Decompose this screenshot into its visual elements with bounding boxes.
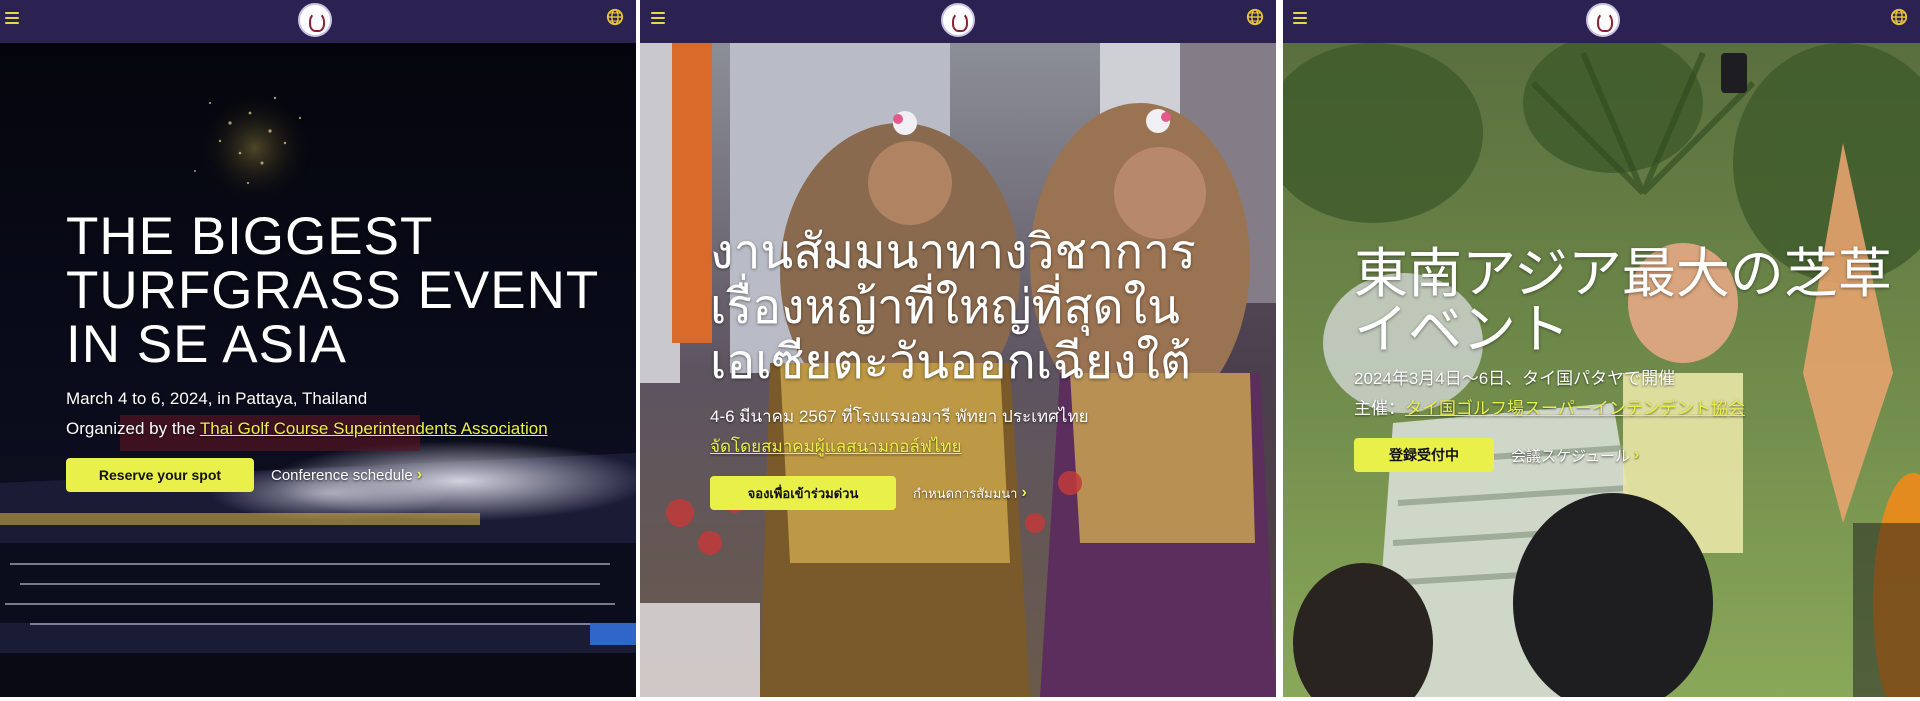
event-date-location: March 4 to 6, 2024, in Pattaya, Thailand (66, 389, 368, 408)
register-now-button[interactable]: 登録受付中 (1354, 438, 1494, 472)
conference-schedule-link[interactable]: กำหนดการสัมมนา › (913, 483, 1027, 504)
schedule-label: 会議スケジュール (1511, 447, 1630, 465)
hamburger-menu-icon[interactable] (651, 12, 665, 26)
top-nav-bar (1283, 0, 1920, 43)
globe-language-icon[interactable] (1246, 8, 1264, 26)
conference-schedule-link[interactable]: Conference schedule › (271, 466, 422, 484)
organizer-prefix: 主催： (1354, 399, 1405, 418)
reserve-spot-button[interactable]: จองเพื่อเข้าร่วมด่วน (710, 476, 896, 510)
schedule-label: กำหนดการสัมมนา (913, 485, 1018, 501)
hero-content: THE BIGGEST TURFGRASS EVENT IN SE ASIA M… (66, 210, 626, 492)
top-nav-bar (0, 0, 636, 43)
hero-panel-english: THE BIGGEST TURFGRASS EVENT IN SE ASIA M… (0, 0, 636, 697)
organizer-link[interactable]: Thai Golf Course Superintendents Associa… (200, 419, 548, 438)
reserve-spot-button[interactable]: Reserve your spot (66, 458, 254, 492)
chevron-right-icon: › (1633, 446, 1640, 463)
cta-row: 登録受付中 会議スケジュール › (1354, 438, 1914, 472)
cta-row: Reserve your spot Conference schedule › (66, 458, 626, 492)
association-logo[interactable] (1586, 3, 1620, 37)
hero-content: งานสัมมนาทางวิชาการเรื่องหญ้าที่ใหญ่ที่ส… (710, 225, 1270, 510)
hamburger-menu-icon[interactable] (1293, 12, 1307, 26)
chevron-right-icon: › (416, 466, 423, 483)
event-date-location: 4-6 มีนาคม 2567 ที่โรงแรมอมารี พัทยา ประ… (710, 407, 1089, 426)
hero-panel-japanese: 東南アジア最大の芝草イベント 2024年3月4日〜6日、タイ国パタヤで開催 主催… (1283, 0, 1920, 697)
association-logo[interactable] (941, 3, 975, 37)
hero-headline: 東南アジア最大の芝草イベント (1354, 244, 1892, 360)
hamburger-menu-icon[interactable] (5, 12, 19, 26)
organizer-link[interactable]: จัดโดยสมาคมผู้แลสนามกอล์ฟไทย (710, 437, 962, 456)
globe-language-icon[interactable] (606, 8, 624, 26)
hero-content: 東南アジア最大の芝草イベント 2024年3月4日〜6日、タイ国パタヤで開催 主催… (1354, 246, 1914, 472)
hero-headline: THE BIGGEST TURFGRASS EVENT IN SE ASIA (66, 207, 599, 374)
organizer-link[interactable]: タイ国ゴルフ場スーパーインテンデント協会 (1405, 399, 1745, 418)
association-logo[interactable] (298, 3, 332, 37)
event-date-location: 2024年3月4日〜6日、タイ国パタヤで開催 (1354, 369, 1676, 388)
chevron-right-icon: › (1021, 484, 1027, 501)
organizer-prefix: Organized by the (66, 419, 200, 438)
organizer-line: Organized by the Thai Golf Course Superi… (66, 414, 626, 444)
conference-schedule-link[interactable]: 会議スケジュール › (1511, 445, 1639, 466)
schedule-label: Conference schedule (271, 466, 413, 484)
globe-language-icon[interactable] (1890, 8, 1908, 26)
hero-panel-thai: งานสัมมนาทางวิชาการเรื่องหญ้าที่ใหญ่ที่ส… (640, 0, 1276, 697)
hero-headline: งานสัมมนาทางวิชาการเรื่องหญ้าที่ใหญ่ที่ส… (710, 226, 1196, 389)
top-nav-bar (640, 0, 1276, 43)
cta-row: จองเพื่อเข้าร่วมด่วน กำหนดการสัมมนา › (710, 476, 1270, 510)
organizer-line: จัดโดยสมาคมผู้แลสนามกอล์ฟไทย (710, 432, 1270, 462)
organizer-line: 主催：タイ国ゴルフ場スーパーインテンデント協会 (1354, 394, 1914, 424)
